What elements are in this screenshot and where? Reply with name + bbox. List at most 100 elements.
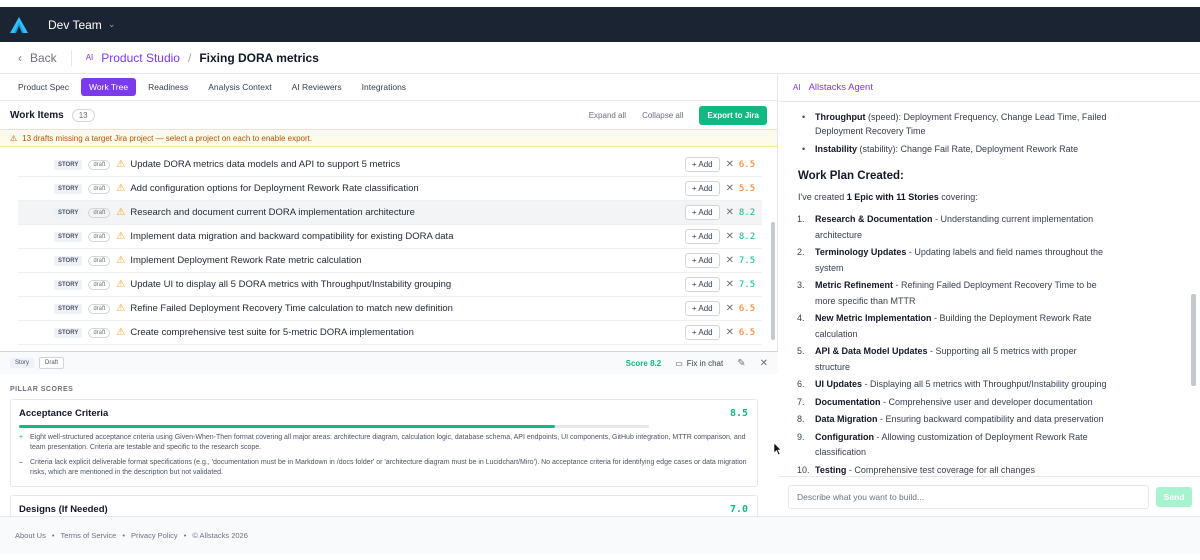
add-button[interactable]: + Add [684, 277, 720, 292]
story-badge: STORY [54, 327, 83, 338]
footer-link-privacy[interactable]: Privacy Policy [131, 531, 178, 540]
footer-link-terms[interactable]: Terms of Service [61, 531, 117, 540]
work-plan-intro: I've created 1 Epic with 11 Stories cove… [798, 192, 1102, 202]
tab-readiness[interactable]: Readiness [140, 78, 196, 96]
add-button[interactable]: + Add [684, 229, 720, 244]
plan-bold: API & Data Model Updates [815, 346, 928, 356]
page-title: Fixing DORA metrics [199, 50, 319, 65]
tab-integrations[interactable]: Integrations [354, 78, 414, 96]
bullet-bold: Throughput [815, 112, 866, 122]
plan-bold: Terminology Updates [815, 247, 907, 257]
table-row[interactable]: STORY draft ⚠ Research and document current… [18, 201, 762, 225]
expand-all-button[interactable]: Expand all [589, 111, 626, 120]
list-item: 7. Documentation - Comprehensive user and… [793, 395, 1107, 411]
close-icon[interactable]: ✕ [726, 231, 734, 242]
add-button[interactable]: + Add [684, 157, 720, 172]
work-items-title: Work Items [10, 109, 64, 121]
close-icon[interactable]: ✕ [726, 183, 734, 194]
back-button[interactable]: ‹ Back [18, 51, 57, 65]
close-icon[interactable]: ✕ [726, 303, 734, 314]
breadcrumb: ‹ Back AI Product Studio / Fixing DORA m… [0, 42, 1200, 74]
close-icon[interactable]: ✕ [726, 159, 734, 170]
table-row[interactable]: STORY draft ⚠ Implement Deployment Rework R… [18, 249, 762, 273]
tab-product-spec[interactable]: Product Spec [10, 78, 77, 96]
pencil-icon[interactable]: ✎ [737, 358, 745, 369]
minus-icon: – [19, 459, 23, 466]
intro-pre: I've created [798, 192, 847, 202]
pillar-score-fill [19, 425, 555, 428]
close-icon[interactable]: ✕ [726, 255, 734, 266]
breadcrumb-product-studio[interactable]: Product Studio [101, 51, 180, 65]
bullet-text: (stability): Change Fail Rate, Deploymen… [857, 144, 1079, 154]
plan-bold: UI Updates [815, 379, 863, 389]
table-row[interactable]: STORY draft ⚠ Implement data migration and … [18, 225, 762, 249]
add-button[interactable]: + Add [684, 301, 720, 316]
list-number: 10. [797, 464, 810, 475]
footer-link-about[interactable]: About Us [15, 531, 46, 540]
list-item: 4. New Metric Implementation - Building t… [793, 311, 1107, 342]
ai-sparkle-icon: AI [85, 53, 94, 62]
bullet-bold: Instability [815, 144, 858, 154]
agent-title: Allstacks Agent [808, 82, 873, 93]
chat-icon: ▭ [675, 358, 683, 368]
story-badge: STORY [54, 255, 83, 266]
story-badge: STORY [54, 279, 83, 290]
allstacks-logo-icon[interactable] [10, 16, 28, 33]
plus-icon: + [19, 434, 24, 441]
export-to-jira-button[interactable]: Export to Jira [699, 105, 767, 125]
list-item: 8. Data Migration - Ensuring backward com… [793, 412, 1107, 428]
work-plan-heading: Work Plan Created: [798, 170, 904, 182]
chat-scrollbar[interactable] [1191, 294, 1196, 386]
pillar-score: 8.5 [729, 408, 748, 419]
tab-work-tree[interactable]: Work Tree [81, 78, 137, 96]
draft-badge: draft [88, 327, 111, 338]
draft-badge: draft [88, 279, 111, 290]
detail-header: Story Draft Score 8.2 ▭ Fix in chat ✎ ✕ [0, 352, 778, 374]
team-switcher[interactable]: Dev Team ⌄ [48, 18, 115, 32]
table-row[interactable]: STORY draft ⚠ Update UI to display all 5 DO… [18, 273, 762, 297]
close-icon[interactable]: ✕ [726, 327, 734, 338]
warning-icon: ⚠ [116, 327, 126, 338]
work-item-detail: Story Draft Score 8.2 ▭ Fix in chat ✎ ✕ … [0, 351, 778, 533]
status-badge: Draft [39, 357, 65, 369]
list-number: 7. [797, 396, 805, 407]
work-item-title: Update UI to display all 5 DORA metrics … [130, 279, 452, 290]
list-number: 6. [797, 379, 805, 389]
collapse-all-button[interactable]: Collapse all [642, 111, 683, 120]
list-item: 2. Terminology Updates - Updating labels … [793, 245, 1107, 276]
warning-icon: ⚠ [116, 279, 126, 290]
draft-badge: draft [88, 183, 111, 194]
table-row[interactable]: STORY draft ⚠ Update DORA metrics data mode… [18, 153, 762, 177]
chat-input[interactable] [788, 484, 1150, 509]
close-icon[interactable]: ✕ [760, 358, 768, 369]
story-badge: STORY [54, 183, 83, 194]
fix-in-chat-button[interactable]: ▭ Fix in chat [675, 359, 723, 368]
add-button[interactable]: + Add [684, 181, 720, 196]
warning-icon: ⚠ [10, 133, 18, 143]
mouse-cursor-icon [774, 443, 781, 455]
list-item: 6. UI Updates - Displaying all 5 metrics … [793, 377, 1107, 393]
tab-ai-reviewers[interactable]: AI Reviewers [284, 78, 350, 96]
metric-group-list: Throughput (speed): Deployment Frequency… [793, 110, 1107, 156]
chevron-left-icon: ‹ [18, 50, 22, 65]
add-button[interactable]: + Add [684, 205, 720, 220]
back-label: Back [30, 50, 57, 65]
pillar-name: Designs (If Needed) [19, 504, 108, 515]
tab-analysis-context[interactable]: Analysis Context [200, 78, 279, 96]
list-number: 9. [797, 431, 805, 442]
top-bar: Dev Team ⌄ [0, 7, 1200, 42]
list-scrollbar[interactable] [771, 222, 775, 340]
add-button[interactable]: + Add [684, 325, 720, 340]
pillar-card-acceptance-criteria[interactable]: Acceptance Criteria 8.5 + Eight well-str… [10, 399, 758, 487]
table-row[interactable]: STORY draft ⚠ Create comprehensive test sui… [18, 321, 762, 345]
add-button[interactable]: + Add [684, 253, 720, 268]
close-icon[interactable]: ✕ [726, 207, 734, 218]
list-item: 1. Research & Documentation - Understandi… [793, 212, 1107, 243]
agent-header: AI Allstacks Agent [779, 74, 1200, 102]
send-button[interactable]: Send [1156, 486, 1192, 507]
list-number: 8. [797, 414, 805, 424]
divider [70, 49, 72, 66]
table-row[interactable]: STORY draft ⚠ Refine Failed Deployment Reco… [18, 297, 762, 321]
close-icon[interactable]: ✕ [726, 279, 734, 290]
table-row[interactable]: STORY draft ⚠ Add configuration options for… [18, 177, 762, 201]
